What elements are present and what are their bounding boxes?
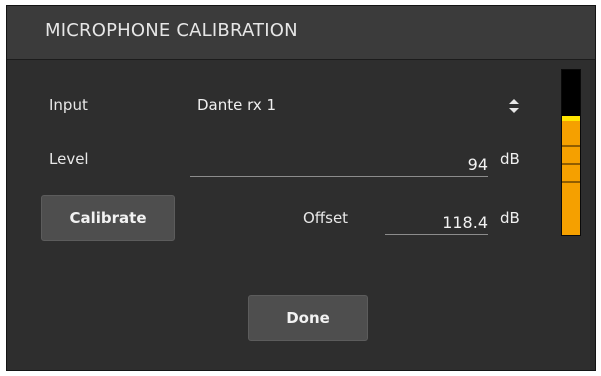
level-meter-graphic: [562, 116, 580, 235]
offset-unit: dB: [500, 209, 520, 227]
spinner-updown-icon[interactable]: [507, 95, 521, 117]
input-label: Input: [49, 96, 88, 114]
offset-value: 118.4: [442, 213, 488, 232]
calibration-dialog: MICROPHONE CALIBRATION Input Dante rx 1 …: [6, 5, 596, 371]
level-meter: [561, 69, 581, 236]
offset-field[interactable]: 118.4: [385, 208, 488, 235]
input-select[interactable]: Dante rx 1: [197, 96, 276, 114]
meter-fill: [562, 116, 580, 235]
dialog-titlebar: MICROPHONE CALIBRATION: [7, 6, 595, 60]
level-value: 94: [467, 155, 488, 174]
meter-peak: [562, 116, 580, 121]
level-unit: dB: [500, 150, 520, 168]
calibrate-button[interactable]: Calibrate: [41, 195, 175, 241]
level-field[interactable]: 94: [190, 150, 488, 177]
dialog-title: MICROPHONE CALIBRATION: [45, 20, 298, 41]
offset-label: Offset: [303, 209, 349, 227]
level-label: Level: [49, 150, 89, 168]
done-button[interactable]: Done: [248, 295, 368, 341]
